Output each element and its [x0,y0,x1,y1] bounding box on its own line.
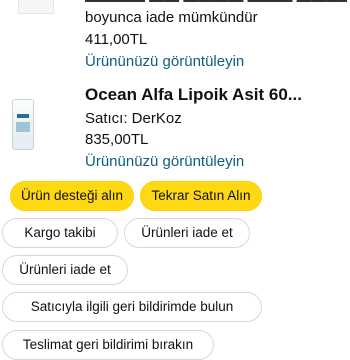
delivery-feedback-button[interactable]: Teslimat geri bildirimi bırakın [2,330,214,360]
item-2-price: 835,00TL [85,131,149,148]
seller-feedback-button[interactable]: Satıcıyla ilgili geri bildirimde bulun [2,292,262,322]
product-thumbnail-2[interactable] [8,96,38,150]
track-package-button[interactable]: Kargo takibi [2,218,118,248]
product-thumbnail-1[interactable] [18,0,54,14]
item-2-seller: Satıcı: DerKoz [85,110,182,127]
item-2-title[interactable]: Ocean Alfa Lipoik Asit 60... [85,84,302,105]
item-2-view-product-link[interactable]: Ürününüzü görüntüleyin [85,152,244,171]
return-items-button[interactable]: Ürünleri iade et [124,218,250,248]
return-items-button-2[interactable]: Ürünleri iade et [2,255,128,285]
buy-again-button[interactable]: Tekrar Satın Alın [140,181,262,211]
item-1-view-product-link[interactable]: Ürününüzü görüntüleyin [85,52,244,71]
item-1-top-cut-text: ▬▬▬▬ ▬▬ ▬▬▬▬ ▬▬▬ ▬▬▬▬ [85,0,347,7]
bottle-icon [12,99,34,150]
item-1-price: 411,00TL [85,31,148,48]
product-support-button[interactable]: Ürün desteği alın [10,181,134,211]
item-1-return-note: boyunca iade mümkündür [85,9,258,26]
